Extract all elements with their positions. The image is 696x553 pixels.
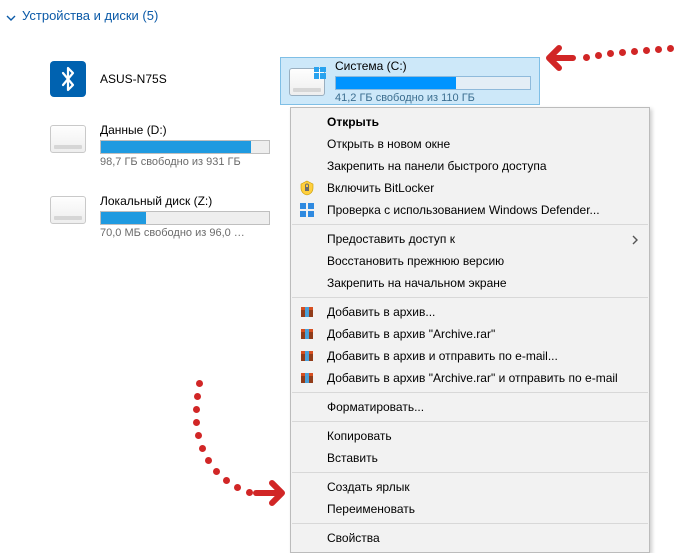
drive-label: Данные (D:) [100, 123, 270, 137]
menu-create-shortcut[interactable]: Создать ярлык [291, 476, 649, 498]
menu-separator [292, 392, 648, 393]
windows-flag-icon [314, 67, 326, 79]
menu-enable-bitlocker[interactable]: Включить BitLocker [291, 177, 649, 199]
menu-copy[interactable]: Копировать [291, 425, 649, 447]
winrar-icon [299, 370, 315, 386]
submenu-arrow-icon [631, 234, 639, 248]
menu-pin-start[interactable]: Закрепить на начальном экране [291, 272, 649, 294]
annotation-arrow-bottom [180, 380, 300, 530]
usage-bar [335, 76, 531, 90]
group-title-label: Устройства и диски (5) [22, 8, 158, 23]
hdd-icon [50, 125, 86, 153]
usage-bar [100, 211, 270, 225]
menu-defender-scan[interactable]: Проверка с использованием Windows Defend… [291, 199, 649, 221]
menu-format[interactable]: Форматировать... [291, 396, 649, 418]
device-label: ASUS-N75S [100, 72, 167, 86]
winrar-icon [299, 304, 315, 320]
drive-subtext: 70,0 МБ свободно из 96,0 … [100, 227, 270, 239]
devices-group-header[interactable]: Устройства и диски (5) [0, 0, 696, 27]
menu-open-new-window[interactable]: Открыть в новом окне [291, 133, 649, 155]
menu-winrar-email[interactable]: Добавить в архив и отправить по e-mail..… [291, 345, 649, 367]
hdd-icon [289, 68, 325, 96]
usage-bar [100, 140, 270, 154]
winrar-icon [299, 326, 315, 342]
drive-data-d[interactable]: Данные (D:) 98,7 ГБ свободно из 931 ГБ [50, 123, 270, 168]
menu-separator [292, 472, 648, 473]
drive-local-z[interactable]: Локальный диск (Z:) 70,0 МБ свободно из … [50, 194, 270, 239]
device-bluetooth[interactable]: ASUS-N75S [50, 61, 270, 97]
hdd-icon [50, 196, 86, 224]
winrar-icon [299, 348, 315, 364]
drive-label: Локальный диск (Z:) [100, 194, 270, 208]
annotation-arrow-top [545, 36, 685, 79]
menu-pin-quick-access[interactable]: Закрепить на панели быстрого доступа [291, 155, 649, 177]
drive-subtext: 98,7 ГБ свободно из 931 ГБ [100, 156, 270, 168]
defender-icon [299, 202, 315, 218]
drive-label: Система (C:) [335, 59, 531, 73]
bitlocker-icon [299, 180, 315, 196]
drive-subtext: 41,2 ГБ свободно из 110 ГБ [335, 92, 531, 104]
menu-winrar-add-named[interactable]: Добавить в архив "Archive.rar" [291, 323, 649, 345]
menu-open[interactable]: Открыть [291, 111, 649, 133]
context-menu: Открыть Открыть в новом окне Закрепить н… [290, 107, 650, 553]
menu-separator [292, 224, 648, 225]
chevron-down-icon [6, 11, 16, 21]
menu-separator [292, 421, 648, 422]
bluetooth-icon [50, 61, 86, 97]
menu-restore-previous[interactable]: Восстановить прежнюю версию [291, 250, 649, 272]
menu-winrar-add[interactable]: Добавить в архив... [291, 301, 649, 323]
drive-system-c-selected[interactable]: Система (C:) 41,2 ГБ свободно из 110 ГБ [280, 57, 540, 105]
menu-paste[interactable]: Вставить [291, 447, 649, 469]
menu-rename[interactable]: Переименовать [291, 498, 649, 520]
menu-properties[interactable]: Свойства [291, 527, 649, 549]
menu-separator [292, 297, 648, 298]
menu-winrar-named-email[interactable]: Добавить в архив "Archive.rar" и отправи… [291, 367, 649, 389]
menu-give-access-to[interactable]: Предоставить доступ к [291, 228, 649, 250]
menu-separator [292, 523, 648, 524]
